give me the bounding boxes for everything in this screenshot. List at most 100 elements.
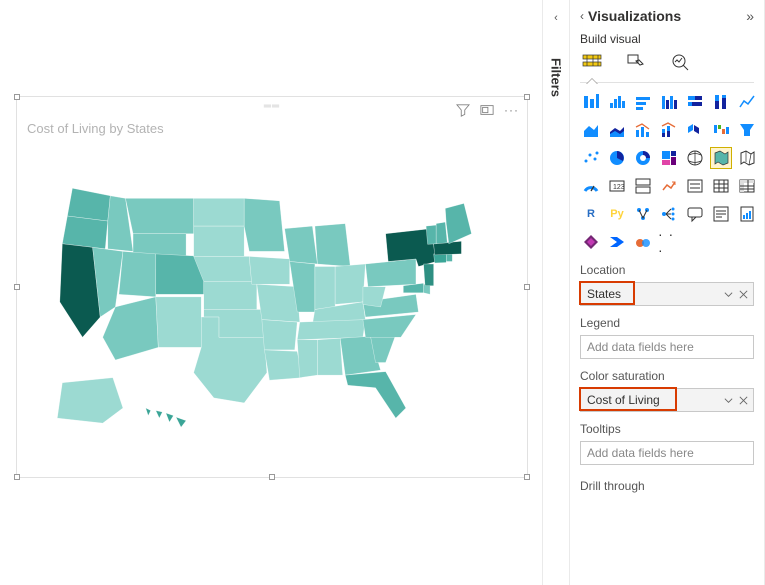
tab-analytics[interactable]	[668, 50, 692, 74]
state-nc[interactable]	[363, 315, 416, 338]
state-vt[interactable]	[426, 225, 436, 244]
100-stacked-column-icon[interactable]	[710, 91, 732, 113]
state-ia[interactable]	[249, 256, 289, 284]
clustered-column-icon[interactable]	[658, 91, 680, 113]
close-icon[interactable]	[738, 395, 749, 406]
state-hi[interactable]	[146, 408, 186, 427]
state-ut[interactable]	[119, 251, 156, 296]
state-in[interactable]	[315, 267, 335, 310]
state-mn[interactable]	[244, 198, 284, 251]
line-clustered-icon[interactable]	[632, 119, 654, 141]
stacked-column-icon[interactable]	[632, 91, 654, 113]
state-nd[interactable]	[194, 198, 245, 226]
well-location[interactable]: States	[580, 282, 754, 306]
well-color-saturation[interactable]: Cost of Living	[580, 388, 754, 412]
svg-text:123: 123	[613, 184, 625, 191]
qna-icon[interactable]	[684, 203, 706, 225]
state-tn[interactable]	[297, 320, 365, 340]
chevron-down-icon[interactable]	[723, 395, 734, 406]
report-canvas[interactable]: ══ ··· Cost of Living by States	[0, 0, 540, 585]
state-fl[interactable]	[345, 372, 406, 418]
pane-title: Visualizations	[588, 8, 746, 24]
drill-through-label: Drill through	[580, 479, 754, 493]
expand-icon[interactable]: »	[746, 8, 754, 24]
r-visual-icon[interactable]: R	[580, 203, 602, 225]
state-ar[interactable]	[262, 320, 297, 350]
map-icon[interactable]	[684, 147, 706, 169]
decomposition-tree-icon[interactable]	[658, 203, 680, 225]
state-me[interactable]	[445, 203, 471, 243]
paginated-report-icon[interactable]	[736, 203, 758, 225]
state-or[interactable]	[62, 216, 107, 249]
map-visual-frame[interactable]: ══ ··· Cost of Living by States	[16, 96, 528, 478]
waterfall-icon[interactable]	[710, 119, 732, 141]
stacked-area-icon[interactable]	[606, 119, 628, 141]
pie-icon[interactable]	[606, 147, 628, 169]
state-nh[interactable]	[436, 222, 447, 244]
state-ms[interactable]	[297, 340, 317, 378]
well-legend[interactable]: Add data fields here	[580, 335, 754, 359]
get-more-visuals-icon[interactable]: · · ·	[658, 231, 680, 253]
100-stacked-bar-icon[interactable]	[684, 91, 706, 113]
state-oh[interactable]	[335, 264, 365, 304]
state-ne[interactable]	[194, 256, 252, 281]
state-nm[interactable]	[156, 297, 201, 348]
line-chart-icon[interactable]	[736, 91, 758, 113]
chevron-left-icon[interactable]: ‹	[554, 12, 558, 24]
state-al[interactable]	[317, 338, 342, 375]
state-wi[interactable]	[285, 226, 318, 264]
state-mi[interactable]	[315, 224, 350, 267]
gauge-icon[interactable]	[580, 175, 602, 197]
tab-format-visual[interactable]	[624, 50, 648, 74]
state-mt[interactable]	[125, 198, 193, 233]
viz-gallery: 123 RPy · · ·	[580, 82, 754, 253]
well-label-color-saturation: Color saturation	[580, 369, 754, 383]
ribbon-chart-icon[interactable]	[684, 119, 706, 141]
well-label-tooltips: Tooltips	[580, 422, 754, 436]
focus-mode-icon[interactable]	[480, 103, 494, 117]
us-choropleth-map[interactable]	[32, 157, 517, 467]
appsource-icon[interactable]	[632, 231, 654, 253]
power-apps-icon[interactable]	[580, 231, 602, 253]
state-sd[interactable]	[194, 226, 245, 256]
line-stacked-icon[interactable]	[658, 119, 680, 141]
well-label-location: Location	[580, 263, 754, 277]
funnel-icon[interactable]	[736, 119, 758, 141]
filters-label: Filters	[549, 58, 564, 97]
multi-row-card-icon[interactable]	[632, 175, 654, 197]
chevron-left-icon[interactable]: ‹	[580, 9, 584, 23]
clustered-bar-icon[interactable]	[606, 91, 628, 113]
more-icon[interactable]: ···	[504, 103, 519, 117]
filter-icon[interactable]	[456, 103, 470, 117]
smart-narrative-icon[interactable]	[710, 203, 732, 225]
state-mo[interactable]	[257, 284, 300, 322]
shape-map-icon[interactable]	[736, 147, 758, 169]
slicer-icon[interactable]	[684, 175, 706, 197]
chevron-down-icon[interactable]	[723, 289, 734, 300]
drag-grip-icon[interactable]: ══	[264, 101, 280, 112]
tab-build-visual[interactable]	[580, 50, 604, 74]
kpi-icon[interactable]	[658, 175, 680, 197]
state-wa[interactable]	[67, 188, 110, 221]
filled-map-icon[interactable]	[710, 147, 732, 169]
close-icon[interactable]	[738, 289, 749, 300]
well-tooltips[interactable]: Add data fields here	[580, 441, 754, 465]
area-chart-icon[interactable]	[580, 119, 602, 141]
state-ak[interactable]	[57, 378, 123, 423]
table-icon[interactable]	[710, 175, 732, 197]
state-nj[interactable]	[424, 264, 434, 286]
card-icon[interactable]: 123	[606, 175, 628, 197]
state-pa[interactable]	[365, 259, 416, 287]
treemap-icon[interactable]	[658, 147, 680, 169]
matrix-icon[interactable]	[736, 175, 758, 197]
key-influencers-icon[interactable]	[632, 203, 654, 225]
power-automate-icon[interactable]	[606, 231, 628, 253]
filters-pane-collapsed[interactable]: ‹ Filters	[542, 0, 570, 585]
donut-icon[interactable]	[632, 147, 654, 169]
visual-title: Cost of Living by States	[27, 121, 164, 136]
state-la[interactable]	[264, 350, 302, 380]
py-visual-icon[interactable]: Py	[606, 203, 628, 225]
scatter-icon[interactable]	[580, 147, 602, 169]
state-ks[interactable]	[204, 282, 257, 310]
stacked-bar-icon[interactable]	[580, 91, 602, 113]
